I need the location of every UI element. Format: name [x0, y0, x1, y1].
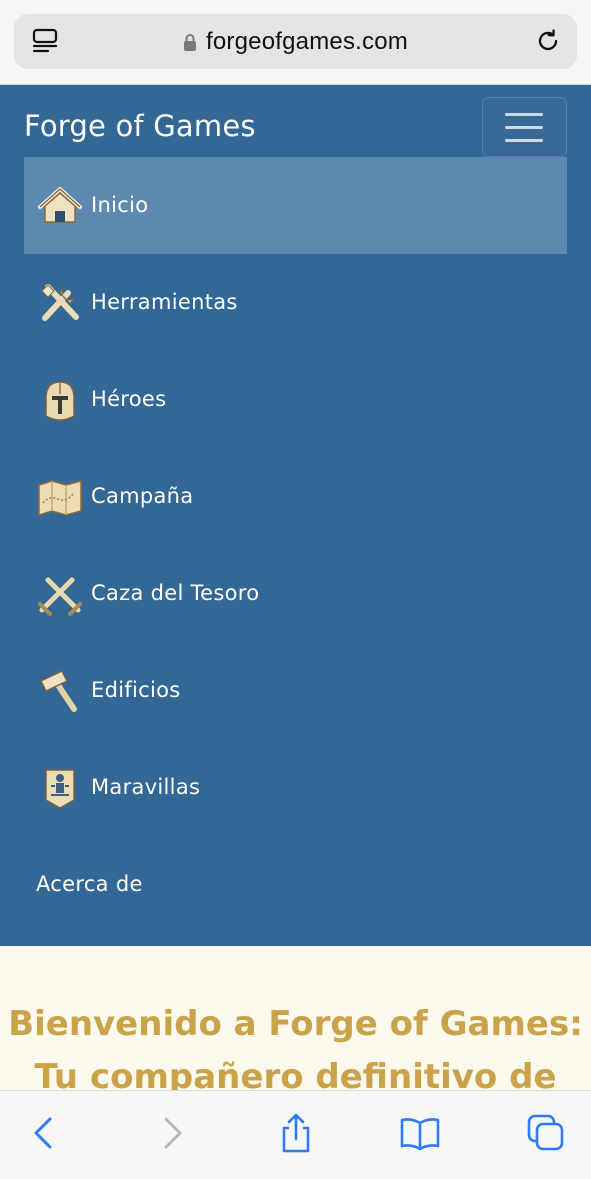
nav-item-maravillas[interactable]: Maravillas [24, 739, 567, 836]
browser-bottom-toolbar [0, 1090, 591, 1179]
hammer-icon [39, 670, 77, 712]
nav-label: Acerca de [36, 872, 143, 896]
tabs-icon[interactable] [526, 1113, 566, 1153]
nav-item-edificios[interactable]: Edificios [24, 642, 567, 739]
nav-list: Inicio Herramientas Héroes Campaña Caza … [24, 157, 567, 933]
welcome-heading: Bienvenido a Forge of Games: Tu compañer… [0, 998, 591, 1104]
nav-item-herramientas[interactable]: Herramientas [24, 254, 567, 351]
browser-top-bar: forgeofgames.com [0, 0, 591, 85]
url-text: forgeofgames.com [206, 27, 408, 55]
helmet-icon [45, 381, 75, 421]
wonder-icon [45, 769, 75, 809]
share-icon[interactable] [276, 1113, 316, 1153]
site-brand-link[interactable]: Forge of Games [24, 109, 256, 143]
nav-item-campana[interactable]: Campaña [24, 448, 567, 545]
nav-label: Héroes [91, 387, 167, 411]
nav-item-acerca-de[interactable]: Acerca de [24, 836, 567, 933]
nav-label: Edificios [91, 678, 181, 702]
nav-label: Inicio [91, 193, 149, 217]
navbar-toggle-button[interactable] [482, 97, 567, 157]
nav-item-inicio[interactable]: Inicio [24, 157, 567, 254]
address-bar[interactable]: forgeofgames.com [14, 14, 577, 69]
bookmarks-icon[interactable] [400, 1113, 440, 1153]
nav-label: Caza del Tesoro [91, 581, 260, 605]
lock-icon [184, 33, 197, 51]
nav-label: Campaña [91, 484, 194, 508]
map-icon [38, 480, 82, 517]
home-icon [38, 187, 82, 223]
crossed-swords-icon [38, 577, 82, 616]
hamburger-menu-icon [505, 113, 543, 116]
reload-icon[interactable] [535, 28, 561, 54]
welcome-heading-line-1: Bienvenido a Forge of Games: [8, 1004, 583, 1044]
nav-label: Herramientas [91, 290, 238, 314]
site-navbar: Forge of Games Inicio Herramientas Héroe… [0, 85, 591, 946]
nav-label: Maravillas [91, 775, 201, 799]
back-icon[interactable] [24, 1113, 64, 1153]
forward-icon[interactable] [152, 1113, 192, 1153]
nav-item-heroes[interactable]: Héroes [24, 351, 567, 448]
url-display[interactable]: forgeofgames.com [14, 14, 577, 69]
tools-icon [41, 284, 79, 321]
nav-item-caza-del-tesoro[interactable]: Caza del Tesoro [24, 545, 567, 642]
